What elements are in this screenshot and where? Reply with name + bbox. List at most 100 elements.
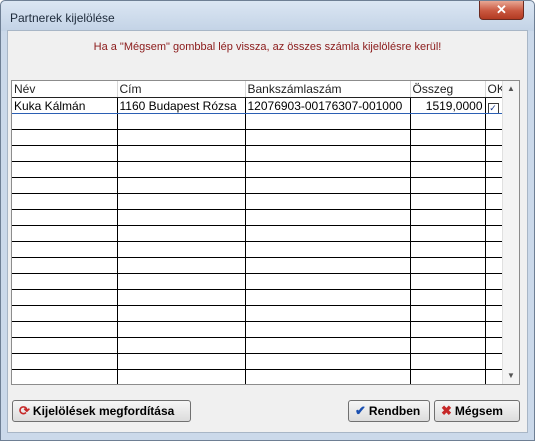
table-row[interactable] <box>12 369 506 384</box>
empty-cell[interactable] <box>410 353 486 370</box>
empty-cell[interactable] <box>117 145 246 162</box>
empty-cell[interactable] <box>245 273 411 290</box>
empty-cell[interactable] <box>117 305 246 322</box>
empty-cell[interactable] <box>117 161 246 178</box>
empty-cell[interactable] <box>245 177 411 194</box>
empty-cell[interactable] <box>410 289 486 306</box>
empty-cell[interactable] <box>245 241 411 258</box>
empty-cell[interactable] <box>117 273 246 290</box>
empty-cell[interactable] <box>117 369 246 384</box>
table-row[interactable] <box>12 305 506 322</box>
cell-name[interactable]: Kuka Kálmán <box>12 97 118 114</box>
empty-cell[interactable] <box>410 177 486 194</box>
empty-cell[interactable] <box>12 129 118 146</box>
table-row[interactable] <box>12 273 506 290</box>
empty-cell[interactable] <box>410 305 486 322</box>
empty-cell[interactable] <box>410 241 486 258</box>
empty-cell[interactable] <box>117 177 246 194</box>
empty-cell[interactable] <box>410 337 486 354</box>
empty-cell[interactable] <box>410 273 486 290</box>
ok-button[interactable]: ✔ Rendben <box>348 400 430 422</box>
cell-amount[interactable]: 1519,0000 <box>410 97 486 114</box>
empty-cell[interactable] <box>117 129 246 146</box>
empty-cell[interactable] <box>410 113 486 130</box>
empty-cell[interactable] <box>12 225 118 242</box>
empty-cell[interactable] <box>12 257 118 274</box>
empty-cell[interactable] <box>245 113 411 130</box>
empty-cell[interactable] <box>245 289 411 306</box>
table-row[interactable] <box>12 289 506 306</box>
empty-cell[interactable] <box>117 289 246 306</box>
table-row[interactable] <box>12 225 506 242</box>
cell-address[interactable]: 1160 Budapest Rózsa <box>117 97 246 114</box>
table-row[interactable] <box>12 257 506 274</box>
column-header-account[interactable]: Bankszámlaszám <box>245 81 411 98</box>
table-row[interactable] <box>12 193 506 210</box>
vertical-scrollbar[interactable]: ▲ ▼ <box>502 81 519 384</box>
empty-cell[interactable] <box>12 177 118 194</box>
empty-cell[interactable] <box>245 209 411 226</box>
table-row[interactable] <box>12 337 506 354</box>
empty-cell[interactable] <box>410 129 486 146</box>
empty-cell[interactable] <box>245 193 411 210</box>
empty-cell[interactable] <box>12 113 118 130</box>
empty-cell[interactable] <box>245 337 411 354</box>
table-row[interactable] <box>12 145 506 162</box>
empty-cell[interactable] <box>410 257 486 274</box>
empty-cell[interactable] <box>245 129 411 146</box>
empty-cell[interactable] <box>117 193 246 210</box>
empty-cell[interactable] <box>410 225 486 242</box>
empty-cell[interactable] <box>410 161 486 178</box>
table-row[interactable] <box>12 209 506 226</box>
scroll-down-icon[interactable]: ▼ <box>503 368 519 384</box>
empty-cell[interactable] <box>410 369 486 384</box>
empty-cell[interactable] <box>12 353 118 370</box>
empty-cell[interactable] <box>245 321 411 338</box>
ok-checkbox[interactable]: ✓ <box>487 102 499 113</box>
table-row[interactable] <box>12 353 506 370</box>
column-header-address[interactable]: Cím <box>117 81 246 98</box>
empty-cell[interactable] <box>117 209 246 226</box>
empty-cell[interactable] <box>12 161 118 178</box>
empty-cell[interactable] <box>12 209 118 226</box>
empty-cell[interactable] <box>410 321 486 338</box>
table-row[interactable] <box>12 321 506 338</box>
empty-cell[interactable] <box>12 337 118 354</box>
empty-cell[interactable] <box>410 193 486 210</box>
invert-selection-button[interactable]: ⟳ Kijelölések megfordítása <box>12 400 191 422</box>
empty-cell[interactable] <box>117 353 246 370</box>
partner-grid[interactable]: Név Cím Bankszámlaszám Összeg OK Kuka Ká… <box>11 80 520 385</box>
empty-cell[interactable] <box>12 193 118 210</box>
empty-cell[interactable] <box>245 369 411 384</box>
empty-cell[interactable] <box>245 161 411 178</box>
cancel-button[interactable]: ✖ Mégsem <box>434 400 520 422</box>
empty-cell[interactable] <box>117 241 246 258</box>
empty-cell[interactable] <box>245 353 411 370</box>
empty-cell[interactable] <box>12 145 118 162</box>
column-header-amount[interactable]: Összeg <box>410 81 486 98</box>
empty-cell[interactable] <box>117 113 246 130</box>
empty-cell[interactable] <box>12 289 118 306</box>
empty-cell[interactable] <box>245 305 411 322</box>
empty-cell[interactable] <box>245 145 411 162</box>
table-row[interactable] <box>12 177 506 194</box>
scroll-up-icon[interactable]: ▲ <box>503 81 519 97</box>
empty-cell[interactable] <box>12 321 118 338</box>
empty-cell[interactable] <box>245 225 411 242</box>
table-row[interactable] <box>12 161 506 178</box>
cell-account[interactable]: 12076903-00176307-001000 <box>245 97 411 114</box>
empty-cell[interactable] <box>410 209 486 226</box>
title-bar[interactable]: Partnerek kijelölése ✕ <box>1 1 534 31</box>
table-row[interactable]: Kuka Kálmán 1160 Budapest Rózsa 12076903-0… <box>12 97 506 114</box>
empty-cell[interactable] <box>117 257 246 274</box>
column-header-name[interactable]: Név <box>12 81 118 98</box>
empty-cell[interactable] <box>117 225 246 242</box>
empty-cell[interactable] <box>117 321 246 338</box>
empty-cell[interactable] <box>12 369 118 384</box>
table-row[interactable] <box>12 113 506 130</box>
empty-cell[interactable] <box>12 273 118 290</box>
empty-cell[interactable] <box>12 241 118 258</box>
close-button[interactable]: ✕ <box>479 1 524 20</box>
empty-cell[interactable] <box>12 305 118 322</box>
table-row[interactable] <box>12 129 506 146</box>
